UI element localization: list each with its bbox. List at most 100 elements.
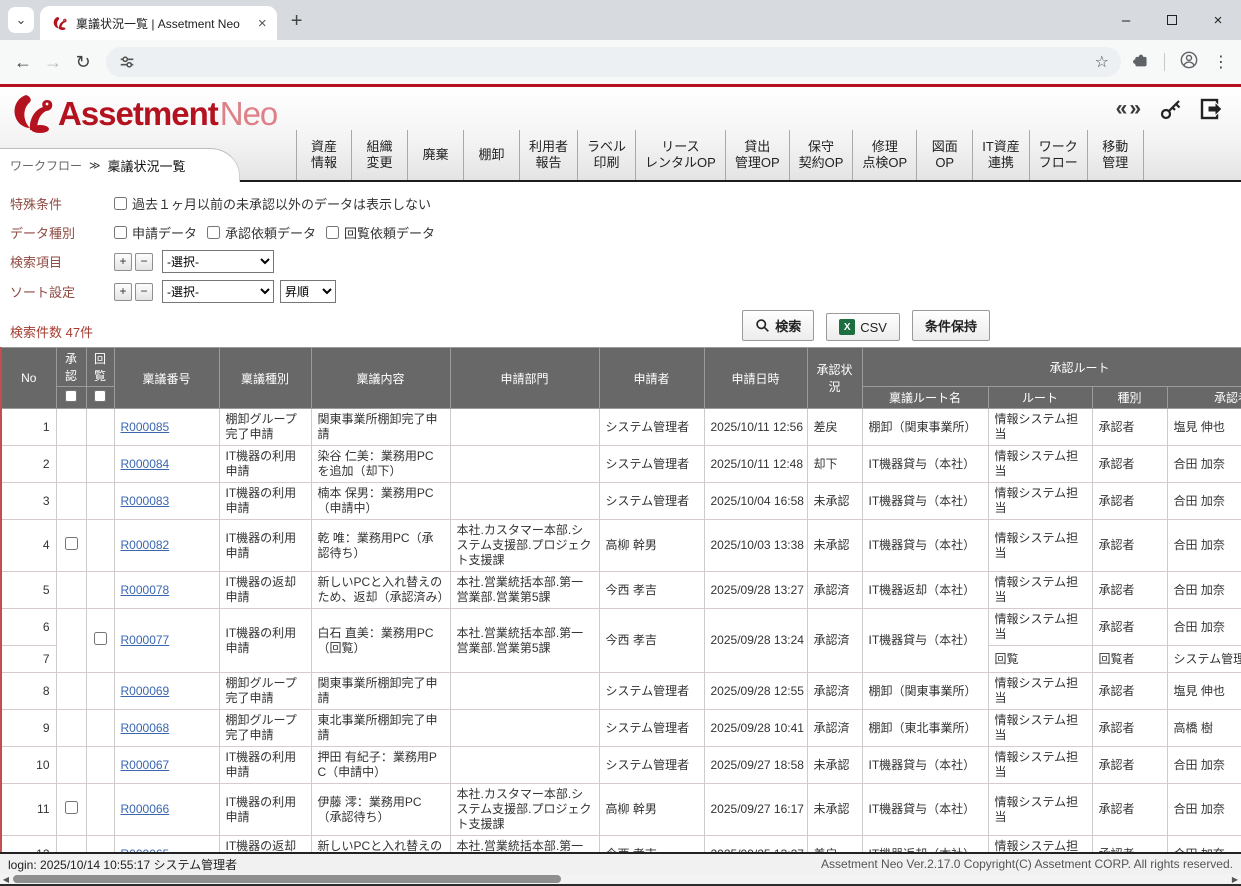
browser-tab[interactable]: 稟議状況一覧 | Assetment Neo ×: [40, 6, 277, 40]
browser-menu-icon[interactable]: ⋮: [1213, 52, 1229, 72]
nav-tab-リースレンタルOP[interactable]: リースレンタルOP: [636, 130, 726, 180]
row-review-checkbox[interactable]: [94, 632, 107, 645]
address-bar[interactable]: ☆: [106, 47, 1121, 77]
horizontal-scrollbar[interactable]: ◀ ▶: [0, 874, 1241, 886]
csv-export-button[interactable]: X CSV: [826, 313, 900, 341]
site-settings-icon[interactable]: [118, 53, 136, 71]
search-item-select[interactable]: -選択-: [162, 250, 274, 273]
approve-all-checkbox[interactable]: [65, 390, 77, 402]
row-number-cell: 12: [1, 836, 56, 853]
ringi-number-link[interactable]: R000084: [121, 457, 170, 471]
nav-tab-移動管理[interactable]: 移動管理: [1088, 130, 1144, 180]
ringi-content-cell: 白石 直美：業務用PC（回覧）: [311, 609, 450, 673]
review-all-checkbox[interactable]: [94, 390, 106, 402]
ringi-type-cell: IT機器の利用申請: [219, 784, 311, 836]
reload-icon[interactable]: ↻: [68, 52, 98, 73]
request-dept-cell: [450, 446, 599, 483]
back-icon[interactable]: ←: [8, 52, 38, 73]
ringi-number-link[interactable]: R000065: [121, 847, 170, 853]
logout-icon[interactable]: [1199, 97, 1225, 121]
approve-checkbox-cell: [56, 483, 86, 520]
scroll-left-icon[interactable]: ◀: [0, 874, 12, 884]
nav-tab-ラベル印刷[interactable]: ラベル印刷: [578, 130, 636, 180]
request-dept-cell: 本社.営業統括本部.第一営業部.営業第5課: [450, 836, 599, 853]
breadcrumb-section[interactable]: ワークフロー: [10, 157, 82, 174]
window-controls: – ×: [1103, 0, 1241, 40]
nav-tab-貸出管理OP[interactable]: 貸出管理OP: [726, 130, 790, 180]
nav-tab-資産情報[interactable]: 資産情報: [296, 130, 352, 180]
ringi-number-link[interactable]: R000078: [121, 583, 170, 597]
keep-conditions-button[interactable]: 条件保持: [912, 310, 990, 341]
nav-tab-修理点検OP[interactable]: 修理点検OP: [853, 130, 917, 180]
route-name-cell: IT機器返却（本社）: [862, 836, 988, 853]
request-dept-cell: 本社.営業統括本部.第一営業部.営業第5課: [450, 609, 599, 673]
scrollbar-thumb[interactable]: [13, 875, 561, 883]
nav-tab-組織変更[interactable]: 組織変更: [352, 130, 408, 180]
special-condition-label: 特殊条件: [10, 194, 114, 213]
ringi-number-cell: R000078: [114, 572, 219, 609]
nav-tab-廃棄[interactable]: 廃棄: [408, 130, 464, 180]
nav-tab-IT資産連携[interactable]: IT資産連携: [973, 130, 1030, 180]
nav-tab-棚卸[interactable]: 棚卸: [464, 130, 520, 180]
nav-tab-保守契約OP[interactable]: 保守契約OP: [790, 130, 854, 180]
app-logo[interactable]: AssetmentNeo: [10, 92, 277, 136]
ringi-number-cell: R000084: [114, 446, 219, 483]
collapse-expand-icons[interactable]: «»: [1116, 97, 1143, 121]
request-datetime-cell: 2025/09/28 13:27: [704, 572, 807, 609]
ringi-number-link[interactable]: R000069: [121, 684, 170, 698]
ringi-type-cell: 棚卸グループ完了申請: [219, 710, 311, 747]
approval-request-data-checkbox[interactable]: [207, 226, 220, 239]
remove-search-item-button[interactable]: −: [135, 253, 153, 271]
request-data-checkbox[interactable]: [114, 226, 127, 239]
row-approve-checkbox[interactable]: [65, 537, 78, 550]
request-dept-cell: 本社.営業統括本部.第一営業部.営業第5課: [450, 572, 599, 609]
password-key-icon[interactable]: [1159, 97, 1183, 121]
route-kind-cell: 承認者: [1092, 784, 1167, 836]
sort-order-select[interactable]: 昇順: [280, 280, 336, 303]
circulation-request-data-checkbox[interactable]: [326, 226, 339, 239]
ringi-number-link[interactable]: R000082: [121, 538, 170, 552]
applicant-cell: 今西 孝吉: [599, 572, 704, 609]
tab-search-button[interactable]: ⌄: [8, 7, 34, 33]
ringi-number-link[interactable]: R000068: [121, 721, 170, 735]
extensions-icon[interactable]: [1131, 50, 1150, 74]
profile-icon[interactable]: [1179, 50, 1199, 75]
window-minimize-button[interactable]: –: [1103, 12, 1149, 29]
remove-sort-button[interactable]: −: [135, 283, 153, 301]
approver-cell: 合田 加奈: [1167, 446, 1241, 483]
add-sort-button[interactable]: +: [114, 283, 132, 301]
nav-tab-利用者報告[interactable]: 利用者報告: [520, 130, 578, 180]
sort-item-select[interactable]: -選択-: [162, 280, 274, 303]
ringi-number-link[interactable]: R000085: [121, 420, 170, 434]
add-search-item-button[interactable]: +: [114, 253, 132, 271]
hide-old-data-checkbox[interactable]: [114, 197, 127, 210]
forward-icon[interactable]: →: [38, 52, 68, 73]
table-header: No 承認 回覧 稟議番号 稟議種別 稟議内容 申請部門 申請者 申請日時 承認…: [1, 348, 1241, 409]
new-tab-button[interactable]: +: [283, 7, 311, 35]
nav-tab-ワークフロー[interactable]: ワークフロー: [1030, 130, 1088, 180]
keep-conditions-label: 条件保持: [925, 316, 977, 335]
nav-tab-図面OP[interactable]: 図面OP: [917, 130, 973, 180]
window-maximize-button[interactable]: [1149, 12, 1195, 29]
route-name-cell: 棚卸（関東事業所）: [862, 673, 988, 710]
window-close-button[interactable]: ×: [1195, 12, 1241, 29]
review-checkbox-cell: [86, 609, 114, 673]
scroll-right-icon[interactable]: ▶: [1229, 874, 1241, 884]
table-row: 9R000068棚卸グループ完了申請東北事業所棚卸完了申請システム管理者2025…: [1, 710, 1241, 747]
ringi-number-link[interactable]: R000066: [121, 802, 170, 816]
ringi-number-link[interactable]: R000077: [121, 633, 170, 647]
csv-button-label: CSV: [860, 320, 887, 335]
tab-close-icon[interactable]: ×: [258, 15, 267, 32]
bookmark-star-icon[interactable]: ☆: [1095, 52, 1109, 72]
approver-cell: 塩見 伸也: [1167, 673, 1241, 710]
row-approve-checkbox[interactable]: [65, 801, 78, 814]
ringi-number-link[interactable]: R000067: [121, 758, 170, 772]
ringi-content-cell: 楠本 保男：業務用PC（申請中）: [311, 483, 450, 520]
ringi-table-wrap: No 承認 回覧 稟議番号 稟議種別 稟議内容 申請部門 申請者 申請日時 承認…: [0, 347, 1241, 852]
route-cell: 情報システム担当: [988, 710, 1092, 747]
circulation-request-data-label: 回覧依頼データ: [344, 223, 435, 242]
search-button[interactable]: 検索: [742, 310, 814, 341]
approve-checkbox-cell: [56, 609, 86, 673]
route-cell: 回覧: [988, 646, 1092, 673]
ringi-number-link[interactable]: R000083: [121, 494, 170, 508]
